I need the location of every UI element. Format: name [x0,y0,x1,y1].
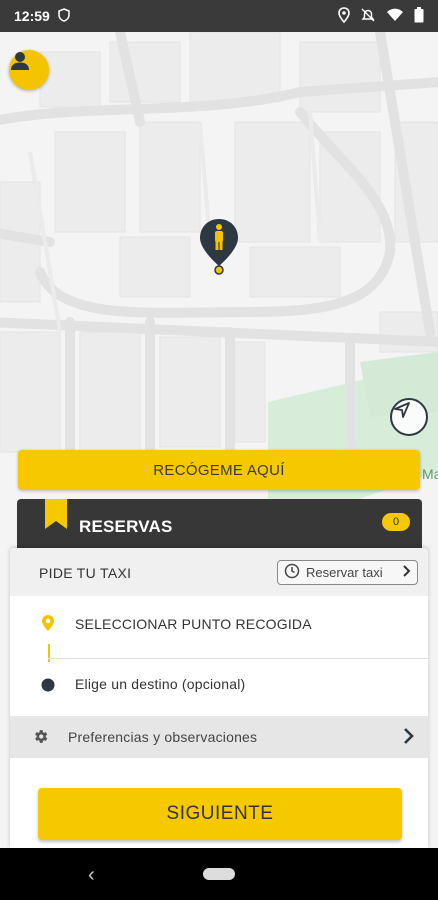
location-icon [338,6,350,26]
preferences-row[interactable]: Preferencias y observaciones [10,716,428,758]
chevron-right-icon [401,565,411,580]
panel-title: PIDE TU TAXI [39,565,132,581]
profile-button[interactable] [9,50,49,90]
panel-header: PIDE TU TAXI Reservar taxi [10,548,428,596]
gear-icon [32,728,49,750]
map-place-label: Ma [422,466,438,482]
destination-row[interactable]: Elige un destino (opcional) [10,656,428,714]
destination-dot-icon [41,678,55,697]
system-nav-bar: ‹ [0,848,438,900]
shield-icon [58,7,70,25]
next-button[interactable]: SIGUIENTE [38,788,402,840]
status-bar: 12:59 [0,0,438,32]
pickup-point-label: SELECCIONAR PUNTO RECOGIDA [75,616,312,632]
chevron-right-icon [402,727,414,750]
battery-icon [414,6,424,26]
back-icon[interactable]: ‹ [88,864,95,887]
reserve-taxi-label: Reservar taxi [306,565,383,580]
clock-icon [284,563,300,582]
bookmark-icon [45,499,67,534]
destination-label: Elige un destino (opcional) [75,676,246,692]
wifi-icon [386,8,404,25]
location-pin-icon [41,614,55,637]
reservas-bar[interactable]: RESERVAS 0 [17,499,422,551]
my-location-button[interactable] [390,398,428,436]
reservas-title: RESERVAS [79,517,173,536]
taxi-request-panel: PIDE TU TAXI Reservar taxi SELECCIONAR P… [10,548,428,848]
home-pill-icon[interactable] [203,868,235,880]
status-time: 12:59 [14,8,50,24]
mute-icon [360,7,376,26]
reserve-taxi-button[interactable]: Reservar taxi [277,560,418,585]
pickup-here-button[interactable]: RECÓGEME AQUÍ [18,450,420,490]
reservas-count-badge: 0 [382,513,410,531]
pickup-point-row[interactable]: SELECCIONAR PUNTO RECOGIDA [10,596,428,654]
preferences-label: Preferencias y observaciones [68,729,258,745]
